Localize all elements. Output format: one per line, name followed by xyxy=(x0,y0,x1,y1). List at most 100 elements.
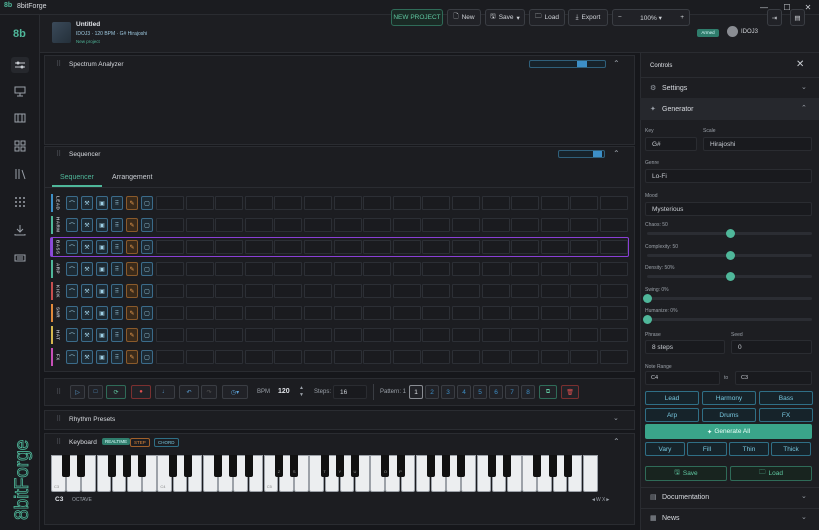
step-cell[interactable] xyxy=(304,196,332,210)
generator-slider[interactable] xyxy=(647,250,812,260)
pattern-button[interactable]: 2 xyxy=(425,385,439,399)
track-solo-button[interactable]: ▣ xyxy=(96,196,108,210)
track-pads-button[interactable]: ⠿ xyxy=(111,218,123,232)
track-headphones-button[interactable]: ⌒ xyxy=(66,196,78,210)
track-generate-button[interactable]: ✎ xyxy=(126,196,138,210)
track-headphones-button[interactable]: ⌒ xyxy=(66,262,78,276)
piano-black-key[interactable] xyxy=(563,455,572,477)
save-dropdown-button[interactable]: 🖫 Save ▾ xyxy=(485,9,525,26)
step-cell[interactable] xyxy=(215,306,244,320)
slider-knob[interactable] xyxy=(725,250,735,260)
step-cell[interactable] xyxy=(481,262,510,276)
generator-save-button[interactable]: 🖫 Save xyxy=(645,466,727,481)
bpm-stepper[interactable]: ▲ ▼ xyxy=(299,385,304,399)
step-cell[interactable] xyxy=(511,196,540,210)
step-cell[interactable] xyxy=(452,284,480,298)
step-cell[interactable] xyxy=(215,218,244,232)
step-cell[interactable] xyxy=(156,262,184,276)
step-cell[interactable] xyxy=(304,218,332,232)
tab-arrangement[interactable]: Arrangement xyxy=(112,174,152,181)
step-cell[interactable] xyxy=(540,262,569,276)
track-edit-button[interactable]: ▢ xyxy=(141,196,153,210)
pattern-button[interactable]: 7 xyxy=(505,385,519,399)
step-cell[interactable] xyxy=(156,328,184,342)
step-cell[interactable] xyxy=(570,350,599,364)
step-cell[interactable] xyxy=(481,218,510,232)
generate-bass-button[interactable]: Bass xyxy=(759,391,813,405)
step-cell[interactable] xyxy=(452,218,480,232)
pattern-button[interactable]: 6 xyxy=(489,385,503,399)
step-cell[interactable] xyxy=(333,218,362,232)
step-cell[interactable] xyxy=(600,262,628,276)
track-mute-button[interactable]: ⚒ xyxy=(81,284,93,298)
step-cell[interactable] xyxy=(422,218,451,232)
track-edit-button[interactable]: ▢ xyxy=(141,350,153,364)
piano-black-key[interactable] xyxy=(107,455,116,477)
step-cell[interactable] xyxy=(304,350,332,364)
step-cell[interactable] xyxy=(511,262,540,276)
track-solo-button[interactable]: ▣ xyxy=(96,218,108,232)
bpm-input[interactable]: 120 xyxy=(278,388,290,395)
step-cell[interactable] xyxy=(333,196,362,210)
mode-realtime[interactable]: REALTIME xyxy=(102,438,131,445)
expand-icon[interactable]: ⌄ xyxy=(613,414,619,422)
track-generate-button[interactable]: ✎ xyxy=(126,262,138,276)
step-cell[interactable] xyxy=(333,284,362,298)
slider-knob[interactable] xyxy=(725,272,735,281)
piano-black-key[interactable] xyxy=(77,455,86,477)
track-mute-button[interactable]: ⚒ xyxy=(81,328,93,342)
track-mute-button[interactable]: ⚒ xyxy=(81,262,93,276)
pattern-button[interactable]: 3 xyxy=(441,385,455,399)
track-headphones-button[interactable]: ⌒ xyxy=(66,218,78,232)
piano-black-key[interactable] xyxy=(138,455,147,477)
pattern-button[interactable]: 5 xyxy=(473,385,487,399)
slider-knob[interactable] xyxy=(643,315,652,324)
sidebar-item-download[interactable] xyxy=(11,222,29,238)
sidebar-item-grid[interactable] xyxy=(11,138,29,154)
undo-button[interactable]: ↶ xyxy=(179,385,199,399)
generate-all-button[interactable]: ✦ Generate All xyxy=(645,424,812,439)
steps-input[interactable]: 16 xyxy=(333,385,367,399)
step-cell[interactable] xyxy=(600,328,628,342)
track-solo-button[interactable]: ▣ xyxy=(96,350,108,364)
step-cell[interactable] xyxy=(600,350,628,364)
sidebar-item-piano[interactable] xyxy=(11,110,29,126)
piano-white-key[interactable] xyxy=(583,455,598,492)
step-cell[interactable] xyxy=(363,306,392,320)
step-cell[interactable] xyxy=(156,306,184,320)
piano-black-key[interactable] xyxy=(442,455,451,477)
mode-chord[interactable]: CHORD xyxy=(154,438,179,447)
step-cell[interactable] xyxy=(570,218,599,232)
piano-black-key[interactable] xyxy=(229,455,238,477)
track-headphones-button[interactable]: ⌒ xyxy=(66,328,78,342)
generator-slider[interactable] xyxy=(643,315,812,324)
step-cell[interactable] xyxy=(274,262,303,276)
piano-black-key[interactable] xyxy=(168,455,177,477)
step-cell[interactable] xyxy=(452,350,480,364)
step-cell[interactable] xyxy=(363,350,392,364)
step-cell[interactable] xyxy=(244,218,273,232)
new-project-button[interactable]: NEW PROJECT xyxy=(391,9,443,26)
step-cell[interactable] xyxy=(540,196,569,210)
track-headphones-button[interactable]: ⌒ xyxy=(66,284,78,298)
step-cell[interactable] xyxy=(156,350,184,364)
step-cell[interactable] xyxy=(304,262,332,276)
record-button[interactable]: ● xyxy=(131,385,151,399)
track-generate-button[interactable]: ✎ xyxy=(126,328,138,342)
piano-black-key[interactable]: O xyxy=(381,455,390,477)
track-solo-button[interactable]: ▣ xyxy=(96,306,108,320)
step-cell[interactable] xyxy=(274,196,303,210)
step-cell[interactable] xyxy=(570,284,599,298)
step-cell[interactable] xyxy=(511,218,540,232)
variation-thick-button[interactable]: Thick xyxy=(771,442,811,456)
step-cell[interactable] xyxy=(422,284,451,298)
piano-black-key[interactable] xyxy=(548,455,557,477)
step-cell[interactable] xyxy=(274,328,303,342)
piano-black-key[interactable] xyxy=(183,455,192,477)
track-mute-button[interactable]: ⚒ xyxy=(81,196,93,210)
avatar[interactable] xyxy=(727,26,738,37)
step-cell[interactable] xyxy=(540,218,569,232)
tab-sequencer[interactable]: Sequencer xyxy=(60,174,94,181)
copy-pattern-button[interactable]: ⧉ xyxy=(539,385,557,399)
generate-arp-button[interactable]: Arp xyxy=(645,408,699,422)
